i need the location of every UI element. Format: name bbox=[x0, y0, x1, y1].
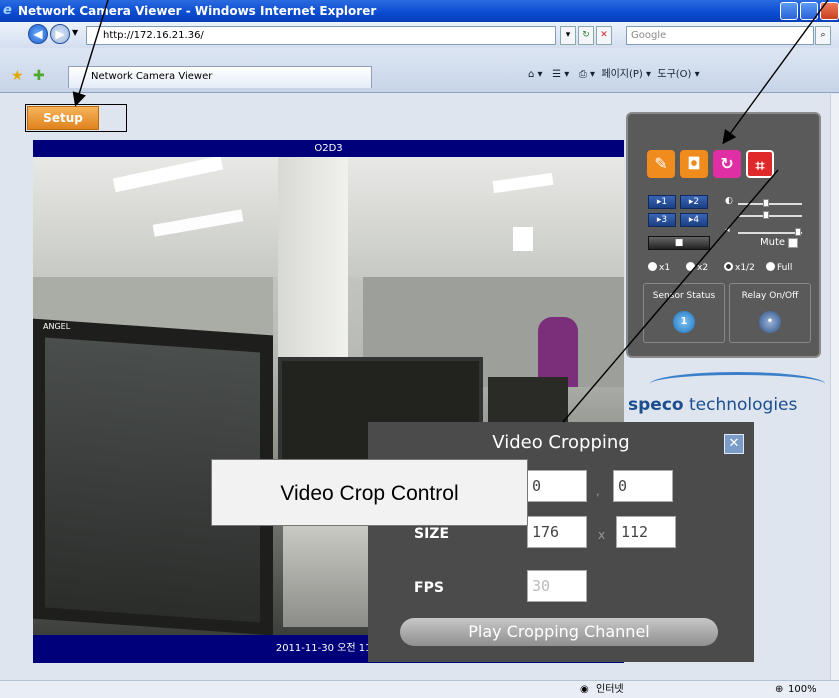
internet-zone-label: 인터넷 bbox=[596, 684, 624, 695]
channel-1-button[interactable]: ▸1 bbox=[648, 195, 676, 209]
tab-network-camera-viewer[interactable]: Network Camera Viewer bbox=[68, 66, 372, 88]
page-menu[interactable]: 페이지(P) bbox=[601, 69, 642, 80]
history-dropdown-icon[interactable]: ▼ bbox=[72, 28, 78, 37]
window-title: Network Camera Viewer - Windows Internet… bbox=[18, 4, 377, 18]
video-cropping-dialog: Video Cropping ✕ 0 , 0 SIZE 176 x 112 FP… bbox=[368, 422, 754, 662]
back-button[interactable]: ◀ bbox=[28, 24, 48, 44]
setup-highlight-box bbox=[25, 104, 127, 132]
channel-3-button[interactable]: ▸3 bbox=[648, 213, 676, 227]
logo-brand: speco bbox=[628, 395, 684, 415]
close-window-button[interactable] bbox=[820, 2, 839, 20]
speaker-icon: ◂ bbox=[725, 225, 730, 235]
mute-label: Mute bbox=[760, 237, 786, 248]
brightness-knob[interactable] bbox=[763, 199, 769, 207]
logo-suffix: technologies bbox=[683, 395, 798, 415]
mute-checkbox[interactable] bbox=[788, 238, 798, 248]
stop-stream-button[interactable]: ■ bbox=[648, 236, 710, 250]
contrast-knob[interactable] bbox=[763, 211, 769, 219]
video-timestamp: 2011-11-30 오전 11:3 bbox=[275, 643, 382, 654]
play-cropping-channel-button[interactable]: Play Cropping Channel bbox=[400, 618, 718, 646]
minimize-button[interactable] bbox=[780, 2, 798, 20]
crop-x-input[interactable]: 0 bbox=[527, 470, 587, 502]
channel-2-button[interactable]: ▸2 bbox=[680, 195, 708, 209]
contrast-slider[interactable] bbox=[738, 215, 802, 217]
sensor-status-icon[interactable]: 1 bbox=[673, 311, 695, 333]
settings-wrench-icon[interactable]: ✎ bbox=[647, 150, 675, 178]
crop-icon[interactable]: ⌗ bbox=[746, 150, 774, 178]
add-favorites-icon[interactable]: ✚ bbox=[33, 68, 45, 84]
video-crop-callout: Video Crop Control bbox=[211, 459, 528, 526]
tools-menu[interactable]: 도구(O) bbox=[657, 69, 691, 80]
feeds-icon[interactable]: ☰ ▾ bbox=[552, 69, 569, 80]
vertical-scrollbar[interactable] bbox=[830, 94, 839, 680]
dialog-title: Video Cropping bbox=[492, 432, 630, 453]
speco-logo: speco technologies bbox=[628, 395, 824, 420]
address-dropdown-button[interactable]: ▾ bbox=[560, 26, 576, 45]
zoom-half-radio[interactable]: x1/2 bbox=[724, 262, 755, 273]
snapshot-camera-icon[interactable]: ◘ bbox=[680, 150, 708, 178]
channel-4-button[interactable]: ▸4 bbox=[680, 213, 708, 227]
fps-input[interactable]: 30 bbox=[527, 570, 587, 602]
ie-logo-icon: e bbox=[3, 3, 12, 18]
video-header: O2D3 bbox=[33, 140, 624, 157]
search-input[interactable]: Google bbox=[626, 26, 814, 45]
zoom-full-radio[interactable]: Full bbox=[766, 262, 792, 273]
volume-slider[interactable] bbox=[738, 232, 802, 234]
fps-label: FPS bbox=[414, 580, 444, 596]
volume-knob[interactable] bbox=[795, 228, 801, 236]
stop-button[interactable]: ✕ bbox=[596, 26, 612, 45]
relay-toggle-icon[interactable]: • bbox=[759, 311, 781, 333]
sensor-status-label: Sensor Status bbox=[652, 291, 716, 301]
maximize-button[interactable] bbox=[800, 2, 818, 20]
crop-y-input[interactable]: 0 bbox=[613, 470, 673, 502]
relay-box: Relay On/Off • bbox=[729, 283, 811, 343]
status-bar: ◉ 인터넷 ⊕ 100% bbox=[0, 680, 839, 698]
speco-swoosh-graphic bbox=[650, 372, 825, 396]
position-separator: , bbox=[596, 484, 600, 498]
monitor-label: ANGEL bbox=[43, 322, 71, 331]
size-label: SIZE bbox=[414, 526, 450, 542]
command-bar: ⌂ ▾ ☰ ▾ ⎙ ▾ 페이지(P) ▾ 도구(O) ▾ bbox=[528, 69, 700, 80]
ceiling-light bbox=[513, 227, 533, 251]
dialog-close-button[interactable]: ✕ bbox=[724, 434, 744, 454]
zoom-x2-radio[interactable]: x2 bbox=[686, 262, 708, 273]
sensor-status-box: Sensor Status 1 bbox=[643, 283, 725, 343]
tab-label: Network Camera Viewer bbox=[91, 71, 213, 82]
crop-height-input[interactable]: 112 bbox=[616, 516, 676, 548]
forward-button[interactable]: ▶ bbox=[50, 24, 70, 44]
zoom-icon[interactable]: ⊕ bbox=[775, 681, 783, 698]
internet-zone-icon: ◉ bbox=[580, 684, 589, 695]
refresh-stream-icon[interactable]: ↻ bbox=[713, 150, 741, 178]
size-separator: x bbox=[598, 528, 606, 542]
relay-label: Relay On/Off bbox=[741, 291, 799, 301]
home-icon[interactable]: ⌂ ▾ bbox=[528, 69, 543, 80]
title-bar: Network Camera Viewer - Windows Internet… bbox=[0, 0, 839, 22]
favorites-star-icon[interactable]: ★ bbox=[11, 68, 24, 84]
address-input[interactable]: http://172.16.21.36/ bbox=[86, 26, 556, 45]
refresh-button[interactable]: ↻ bbox=[578, 26, 594, 45]
crop-width-input[interactable]: 176 bbox=[527, 516, 587, 548]
zoom-level[interactable]: 100% bbox=[788, 681, 817, 698]
brightness-icon: ◐ bbox=[725, 196, 733, 206]
search-button[interactable]: ⌕ bbox=[815, 26, 831, 45]
print-icon[interactable]: ⎙ ▾ bbox=[579, 69, 595, 80]
brightness-slider[interactable] bbox=[738, 203, 802, 205]
zoom-x1-radio[interactable]: x1 bbox=[648, 262, 670, 273]
